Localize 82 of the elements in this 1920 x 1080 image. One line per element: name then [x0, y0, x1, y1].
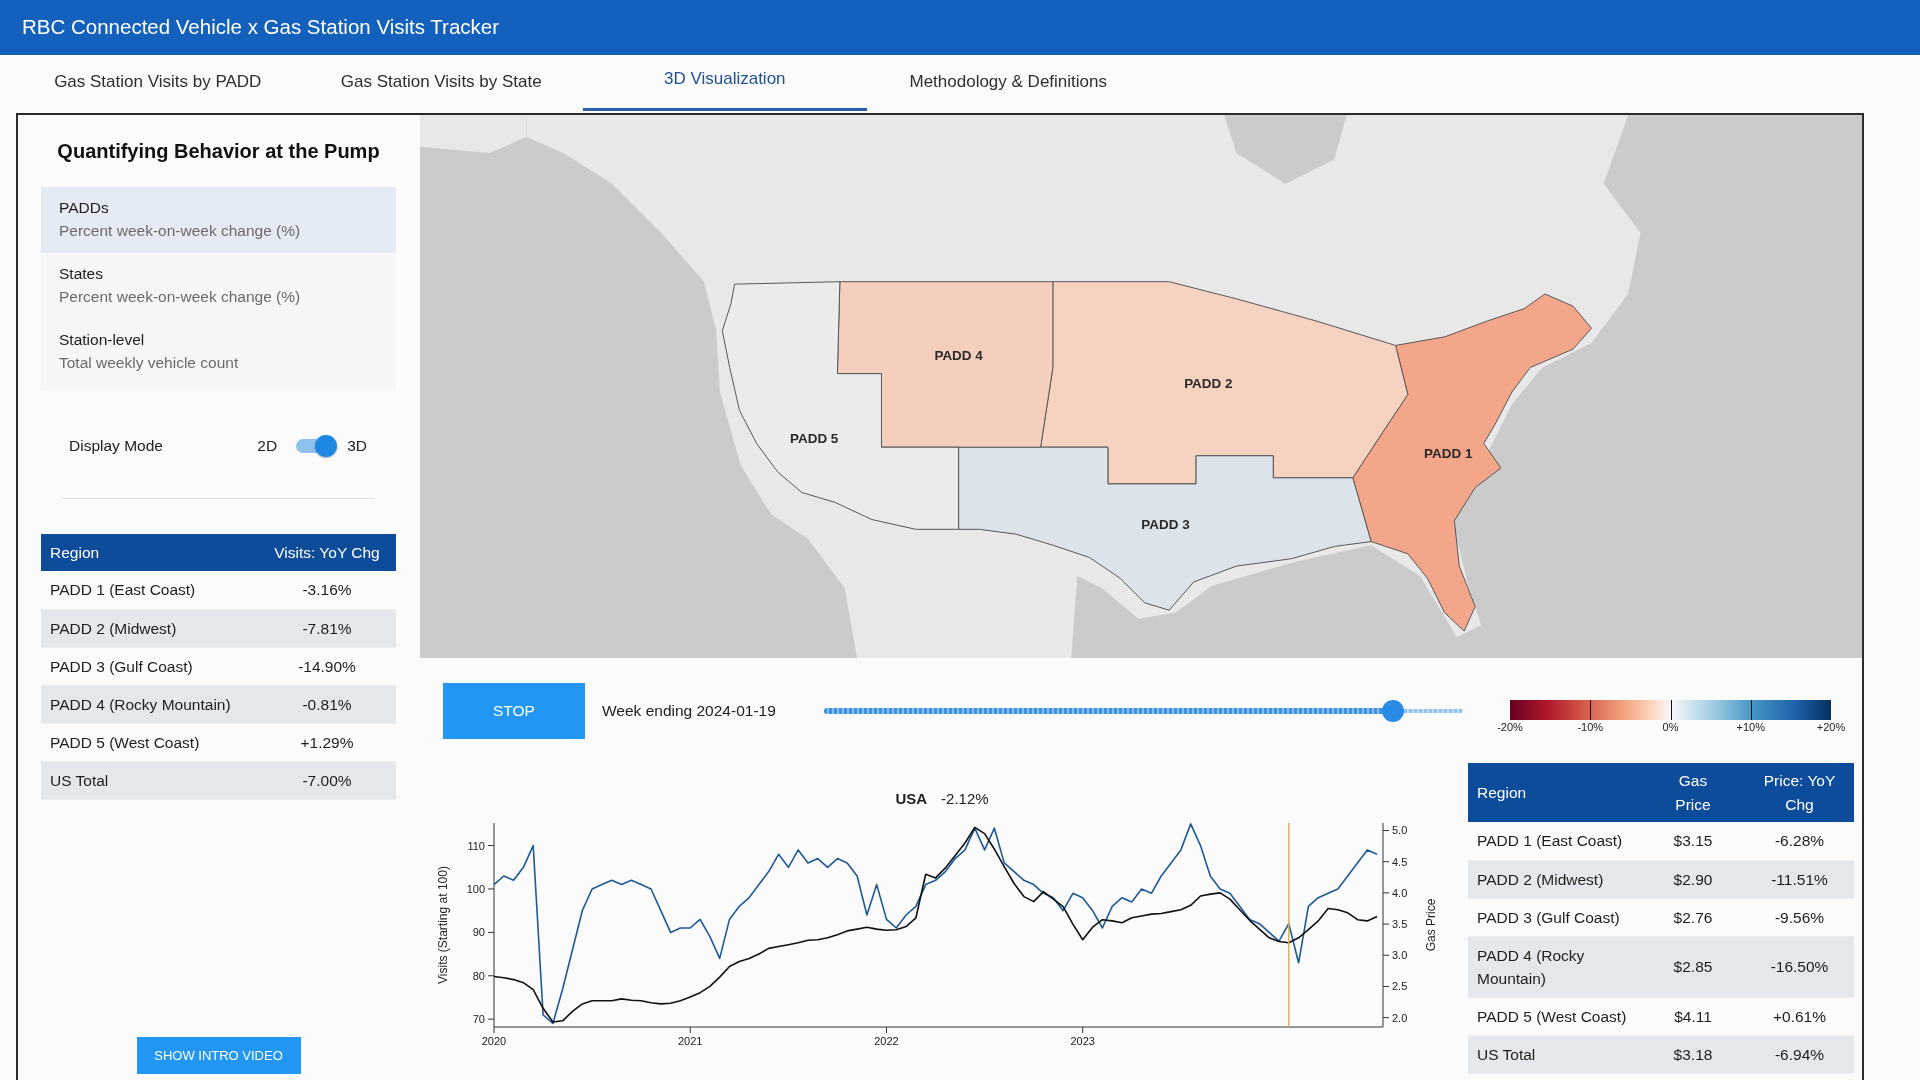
table-cell: -3.16%	[258, 571, 396, 609]
scale-label: -20%	[1497, 720, 1523, 734]
table-cell: -0.81%	[258, 685, 396, 723]
table-cell: -11.51%	[1745, 860, 1854, 898]
axis-tick-label: 3.0	[1392, 949, 1408, 962]
table-cell: $2.90	[1641, 860, 1745, 898]
table-cell: $4.11	[1641, 997, 1745, 1035]
toggle-option-label: 3D	[347, 437, 367, 455]
toggle-option-label: 2D	[257, 437, 278, 455]
panel-title: Quantifying Behavior at the Pump	[57, 139, 380, 164]
table-cell: +0.61%	[1745, 997, 1854, 1035]
column-header: Visits: YoY Chg	[258, 534, 396, 571]
table-cell: PADD 2 (Midwest)	[1468, 860, 1641, 898]
axis-tick-label: 4.0	[1392, 886, 1408, 899]
axis-tick-label: 2022	[874, 1035, 899, 1047]
table-cell: US Total	[1468, 1035, 1641, 1073]
table-cell: PADD 2 (Midwest)	[41, 609, 258, 647]
axis-tick-label: 4.5	[1392, 855, 1408, 868]
tab[interactable]: Gas Station Visits by State	[299, 55, 583, 111]
table-cell: $2.76	[1641, 898, 1745, 936]
layer-option[interactable]: PADDs Percent week-on-week change (%)	[41, 187, 396, 253]
axis-tick-label: 80	[472, 969, 485, 982]
table-cell: +1.29%	[258, 723, 396, 761]
table-cell: -7.81%	[258, 609, 396, 647]
axis-tick-label: 110	[467, 839, 485, 852]
axis-tick-label: 2021	[678, 1035, 703, 1047]
app-title: RBC Connected Vehicle x Gas Station Visits Tracker	[22, 14, 500, 40]
layer-option[interactable]: States Percent week-on-week change (%)	[41, 253, 396, 319]
axis-tick-label: 5.0	[1392, 824, 1408, 837]
chart-title: USA	[895, 789, 928, 809]
column-header: Price: YoY Chg	[1745, 763, 1854, 822]
timeline-slider[interactable]	[824, 698, 1463, 723]
axis-tick-label: 2.5	[1392, 980, 1408, 993]
column-header: Region	[41, 534, 258, 571]
table-cell: PADD 3 (Gulf Coast)	[1468, 898, 1641, 936]
axis-title: Gas Price	[1424, 898, 1438, 952]
slider-thumb[interactable]	[1381, 699, 1404, 722]
table-cell: PADD 3 (Gulf Coast)	[41, 647, 258, 685]
table-cell: -16.50%	[1745, 936, 1854, 997]
table-cell: PADD 1 (East Coast)	[41, 571, 258, 609]
layer-option[interactable]: Station-level Total weekly vehicle count	[41, 319, 396, 385]
table-cell: $3.18	[1641, 1035, 1745, 1073]
table-cell: US Total	[41, 761, 258, 799]
table-cell: PADD 4 (Rocky Mountain)	[41, 685, 258, 723]
column-header: Region	[1468, 763, 1641, 822]
axis-tick-label: 2.0	[1392, 1011, 1408, 1024]
axis-tick-label: 2023	[1070, 1035, 1095, 1047]
display-mode-label: Display Mode	[69, 437, 163, 455]
axis-tick-label: 100	[466, 882, 485, 895]
week-ending-label: Week ending 2024-01-19	[602, 701, 776, 719]
table-cell: PADD 4 (Rocky Mountain)	[1468, 936, 1641, 997]
axis-tick-label: 90	[472, 926, 485, 939]
padd-region[interactable]	[958, 446, 1372, 611]
region-label: PADD 2	[1184, 376, 1233, 392]
axis-title: Visits (Starting at 100)	[436, 866, 450, 984]
column-header: Gas Price	[1641, 763, 1745, 822]
scale-label: +20%	[1816, 720, 1846, 734]
table-cell: -6.28%	[1745, 822, 1854, 860]
table-cell: -9.56%	[1745, 898, 1854, 936]
scale-label: 0%	[1662, 720, 1679, 734]
region-label: PADD 3	[1141, 517, 1190, 533]
table-cell: $2.85	[1641, 936, 1745, 997]
region-label: PADD 1	[1424, 446, 1473, 462]
scale-label: -10%	[1577, 720, 1604, 734]
tab[interactable]: 3D Visualization	[583, 55, 867, 111]
chart-change-value: -2.12%	[941, 789, 989, 809]
tab[interactable]: Methodology & Definitions	[866, 55, 1150, 111]
tab[interactable]: Gas Station Visits by PADD	[16, 55, 300, 111]
scale-label: +10%	[1736, 720, 1765, 734]
table-cell: -14.90%	[258, 647, 396, 685]
padd-region[interactable]	[1040, 281, 1409, 485]
table-cell: -7.00%	[258, 761, 396, 799]
table-cell: PADD 1 (East Coast)	[1468, 822, 1641, 860]
axis-tick-label: 70	[472, 1013, 485, 1026]
table-cell: -6.94%	[1745, 1035, 1854, 1073]
table-cell: $3.15	[1641, 822, 1745, 860]
region-label: PADD 5	[790, 431, 839, 447]
padd-region[interactable]	[1352, 293, 1592, 632]
table-cell: PADD 5 (West Coast)	[1468, 997, 1641, 1035]
table-cell: PADD 5 (West Coast)	[41, 723, 258, 761]
axis-tick-label: 3.5	[1392, 918, 1408, 931]
axis-tick-label: 2020	[481, 1035, 507, 1047]
